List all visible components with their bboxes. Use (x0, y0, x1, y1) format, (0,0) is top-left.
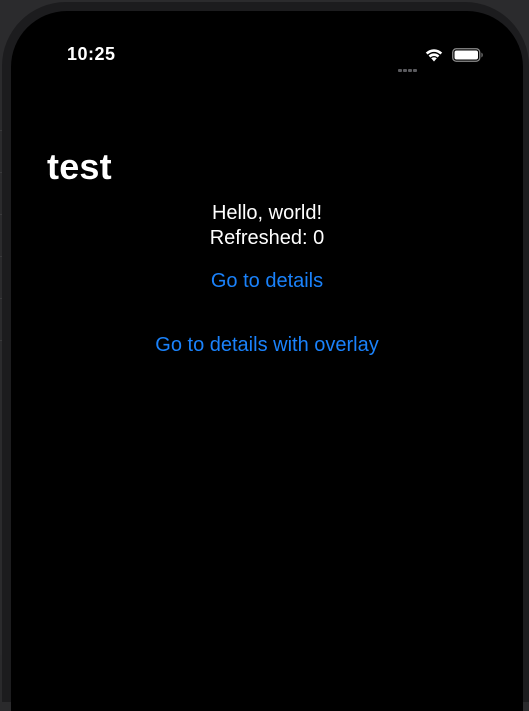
device-screen: 10:25 test Hello, world! Refreshed: 0 Go… (11, 11, 523, 711)
status-bar: 10:25 (11, 11, 523, 72)
greeting-text: Hello, world! (211, 202, 323, 224)
status-time: 10:25 (67, 44, 116, 64)
go-to-details-button[interactable]: Go to details (211, 269, 323, 294)
overlay-button-container: Go to details with overlay (11, 333, 523, 358)
navigation-title: test (47, 146, 112, 187)
wifi-icon (425, 49, 443, 62)
cellular-signal-icon (398, 59, 420, 72)
content-area: Hello, world! Refreshed: 0 (11, 201, 523, 251)
device-frame: 10:25 test Hello, world! Refreshed: 0 Go… (2, 2, 529, 711)
refresh-count-text: Refreshed: 0 (209, 227, 325, 249)
battery-icon (452, 48, 483, 62)
details-button-container: Go to details (11, 269, 523, 294)
go-to-details-overlay-button[interactable]: Go to details with overlay (155, 333, 378, 358)
